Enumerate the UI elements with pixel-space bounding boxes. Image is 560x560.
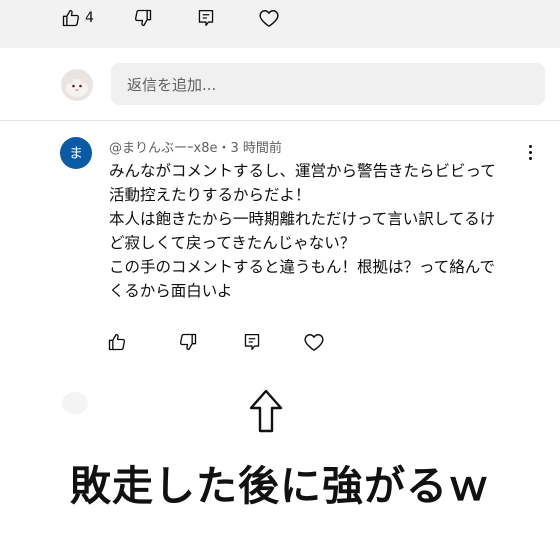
like-count: 4 xyxy=(85,10,94,26)
comment-body: みんながコメントするし、運営から警告きたらビビって 活動控えたりするからだよ！ … xyxy=(109,159,539,303)
comment-line: ど寂しくて戻ってきたんじゃない？ xyxy=(109,234,356,252)
reply-button[interactable] xyxy=(197,8,215,28)
comment-line: 活動控えたりするからだよ！ xyxy=(109,186,311,204)
dislike-button[interactable] xyxy=(133,8,153,28)
heart-button[interactable] xyxy=(258,8,280,28)
hamster-photo xyxy=(66,76,88,97)
thumbs-up-icon xyxy=(62,9,80,27)
comment-meta[interactable]: @まりんぶーｰx8e・3 時間前 xyxy=(109,137,282,156)
comment-reply-button[interactable] xyxy=(243,332,261,352)
heart-icon xyxy=(304,334,324,351)
comment-line: この手のコメントすると違うもん！根拠は？って絡んで xyxy=(109,258,495,276)
comment-line: 本人は飽きたから一時期離れただけって言い訳してるけ xyxy=(109,210,496,228)
divider xyxy=(0,120,560,121)
faded-avatar xyxy=(62,392,88,414)
comment-line: みんながコメントするし、運営から警告きたらビビって xyxy=(109,162,496,180)
add-reply-input[interactable]: 返信を追加... xyxy=(111,63,545,105)
thumbs-down-icon xyxy=(179,333,197,351)
like-button[interactable]: 4 xyxy=(61,8,94,28)
reply-icon xyxy=(198,9,214,27)
current-user-avatar xyxy=(61,69,93,101)
comment-line: くるから面白いよ xyxy=(109,282,233,300)
thumbs-down-icon xyxy=(134,9,152,27)
heart-icon xyxy=(259,10,279,27)
thumbs-up-icon xyxy=(108,333,126,351)
comment-dislike-button[interactable] xyxy=(178,332,198,352)
reply-icon xyxy=(244,333,260,351)
caption-text: 敗走した後に強がるｗ xyxy=(70,462,490,510)
up-arrow-icon xyxy=(248,388,284,438)
previous-comment-action-bar: 4 xyxy=(0,0,560,48)
comment-heart-button[interactable] xyxy=(303,332,325,352)
comment-like-button[interactable] xyxy=(107,332,127,352)
commenter-avatar[interactable]: ま xyxy=(60,137,92,169)
